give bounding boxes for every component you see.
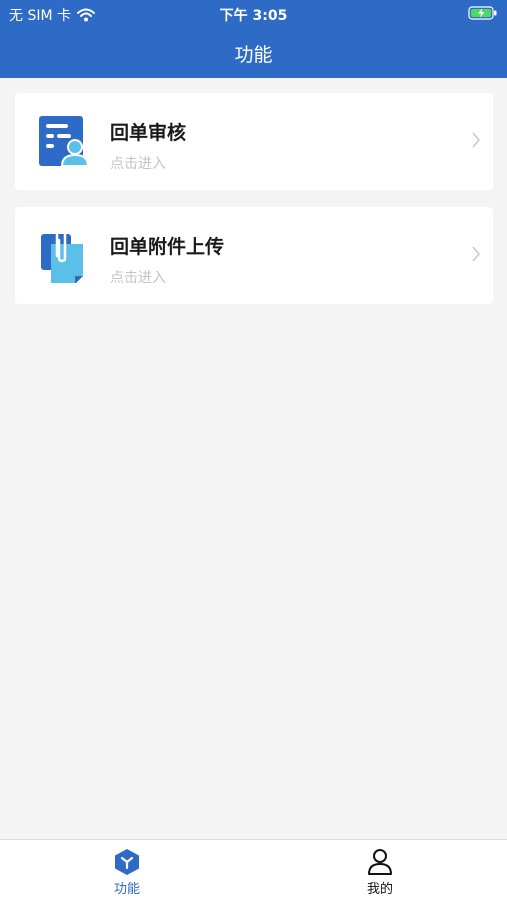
user-profile-icon [368,849,392,875]
menu-item-subtitle: 点击进入 [110,270,166,286]
battery-charging-icon [468,6,497,20]
tab-label: 功能 [113,882,140,897]
bottom-tab-bar: 功能 我的 [0,839,507,901]
menu-item-title: 回单附件上传 [110,236,225,258]
status-time: 下午 3:05 [219,8,288,24]
page-title: 功能 [234,44,273,66]
menu-item-receipt-review[interactable]: 回单审核 点击进入 [15,93,493,190]
menu-item-attachment-upload[interactable]: 回单附件上传 点击进入 [15,207,493,304]
tab-mine[interactable]: 我的 [320,840,440,901]
status-bar: 无 SIM 卡 下午 3:05 [0,0,507,28]
app-header: 无 SIM 卡 下午 3:05 功能 [0,0,507,78]
chevron-right-icon [472,246,480,262]
paperclip-upload-icon [41,228,83,283]
menu-item-subtitle: 点击进入 [110,156,166,172]
chevron-right-icon [472,132,480,148]
document-user-icon [39,116,87,167]
tab-functions[interactable]: 功能 [67,840,187,901]
menu-item-title: 回单审核 [110,122,187,144]
hexagon-function-icon [115,849,139,875]
tab-label: 我的 [366,882,393,897]
